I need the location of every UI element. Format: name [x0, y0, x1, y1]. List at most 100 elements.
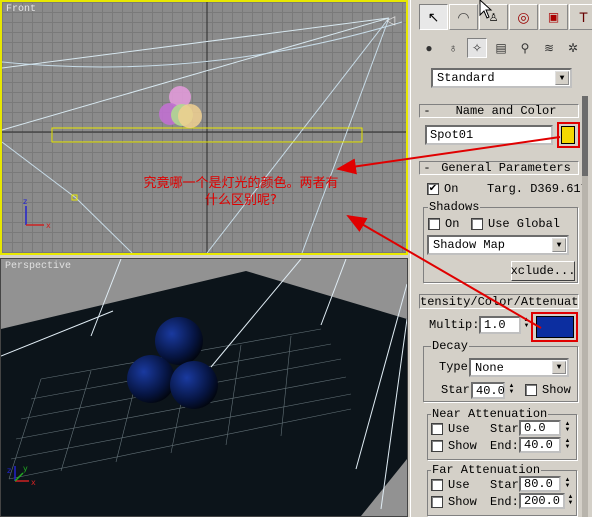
- far-use-checkbox[interactable]: [431, 479, 443, 491]
- modify-tab[interactable]: ◠: [449, 4, 478, 30]
- intensity-rollout-header[interactable]: tensity/Color/Attenuati: [419, 294, 579, 309]
- near-end-field[interactable]: 40.0: [519, 437, 561, 453]
- display-monitor-icon: ▣: [547, 10, 560, 24]
- systems-button[interactable]: ✲: [563, 38, 583, 58]
- decay-group-title: Decay: [431, 339, 470, 353]
- far-end-field[interactable]: 200.0: [519, 493, 565, 509]
- near-end-spinner[interactable]: ▲ ▼: [563, 438, 572, 450]
- near-use-checkbox[interactable]: [431, 423, 443, 435]
- spinner-down-icon: ▼: [508, 389, 515, 395]
- far-end-value: 200.0: [524, 494, 561, 508]
- shapes-button[interactable]: ♁: [443, 38, 463, 58]
- svg-text:z: z: [7, 466, 11, 475]
- sphere-object: [127, 355, 175, 403]
- decay-start-value: 40.0: [476, 383, 505, 398]
- use-global-label: Use Global: [488, 217, 561, 231]
- modify-bend-icon: ◠: [457, 8, 470, 25]
- rollout-toggle-sign: -: [423, 104, 431, 118]
- perspective-viewport[interactable]: z x y Perspective: [0, 258, 408, 517]
- shadow-type-dropdown[interactable]: Shadow Map ▼: [427, 235, 569, 255]
- exclude-button-label: xclude...: [510, 264, 576, 278]
- shadows-on-label: On: [445, 217, 460, 231]
- far-start-label: Star: [490, 478, 519, 492]
- rollout-toggle-sign: -: [423, 161, 431, 175]
- decay-type-value: None: [475, 360, 504, 375]
- panel-tabs: ↖ ◠ ♙ ◎ ▣ T: [419, 4, 592, 32]
- decay-type-label: Type: [439, 360, 468, 374]
- space-warps-icon: ≋: [543, 41, 555, 55]
- panel-scrollbar-thumb[interactable]: [582, 96, 588, 176]
- lights-icon: ✧: [471, 41, 483, 55]
- near-start-value: 0.0: [524, 421, 546, 435]
- dropdown-arrow-icon: ▼: [552, 361, 566, 374]
- far-end-spinner[interactable]: ▲ ▼: [566, 494, 575, 506]
- far-show-checkbox[interactable]: [431, 496, 443, 508]
- target-distance-label: Targ. D369.617: [487, 182, 588, 196]
- perspective-viewport-label[interactable]: Perspective: [5, 261, 71, 272]
- annotation-text: 究竟哪一个是灯光的颜色。两者有 什么区别呢?: [106, 175, 376, 209]
- camera-icon: ▤: [495, 41, 507, 55]
- sphere-object: [178, 104, 202, 128]
- panel-scrollbar[interactable]: [582, 96, 588, 517]
- general-params-rollout-header[interactable]: - General Parameters: [419, 161, 579, 175]
- annotation-line-1: 究竟哪一个是灯光的颜色。两者有: [143, 176, 339, 191]
- near-attenuation-title: Near Attenuation: [431, 407, 549, 421]
- multiplier-label: Multip:: [429, 318, 480, 332]
- far-start-field[interactable]: 80.0: [519, 476, 561, 492]
- far-start-spinner[interactable]: ▲ ▼: [563, 477, 572, 489]
- decay-start-label: Star: [441, 383, 470, 397]
- multiplier-value: 1.0: [484, 318, 506, 332]
- mouse-cursor-icon: [479, 0, 493, 19]
- dropdown-arrow-icon: ▼: [555, 71, 569, 85]
- geometry-button[interactable]: ●: [419, 38, 439, 58]
- intensity-title: tensity/Color/Attenuati: [420, 294, 579, 309]
- spinner-down-icon: ▼: [564, 427, 571, 433]
- sphere-object: [170, 361, 218, 409]
- create-category-row: ● ♁ ✧ ▤ ⚲ ≋ ✲: [419, 38, 583, 58]
- display-tab[interactable]: ▣: [539, 4, 568, 30]
- name-color-rollout-header[interactable]: - Name and Color: [419, 104, 579, 118]
- decay-show-label: Show: [542, 383, 571, 397]
- create-tab[interactable]: ↖: [419, 4, 448, 30]
- front-viewport-scene: ◁ z x: [2, 2, 406, 253]
- spinner-down-icon: ▼: [564, 483, 571, 489]
- use-global-checkbox[interactable]: [471, 218, 483, 230]
- light-color-highlight: [531, 312, 578, 342]
- shadows-on-checkbox[interactable]: [428, 218, 440, 230]
- near-use-label: Use: [448, 422, 470, 436]
- near-show-label: Show: [448, 439, 477, 453]
- front-viewport[interactable]: Front ◁ z x: [0, 0, 408, 255]
- object-color-highlight: [557, 122, 580, 148]
- far-attenuation-title: Far Attenuation: [431, 463, 542, 477]
- helpers-button[interactable]: ⚲: [515, 38, 535, 58]
- space-warps-button[interactable]: ≋: [539, 38, 559, 58]
- cameras-button[interactable]: ▤: [491, 38, 511, 58]
- near-show-checkbox[interactable]: [431, 440, 443, 452]
- motion-tab[interactable]: ◎: [509, 4, 538, 30]
- decay-show-checkbox[interactable]: [525, 384, 537, 396]
- lights-button[interactable]: ✧: [467, 38, 487, 58]
- object-name-field[interactable]: Spot01: [425, 125, 553, 145]
- general-params-title: General Parameters: [441, 161, 571, 175]
- decay-type-dropdown[interactable]: None ▼: [469, 358, 569, 377]
- light-on-checkbox[interactable]: ✔: [427, 183, 439, 195]
- exclude-button[interactable]: xclude...: [511, 261, 575, 281]
- near-end-label: End:: [490, 439, 519, 453]
- far-show-label: Show: [448, 495, 477, 509]
- svg-text:z: z: [23, 197, 27, 206]
- near-start-field[interactable]: 0.0: [519, 420, 561, 436]
- multiplier-field[interactable]: 1.0: [479, 316, 521, 334]
- helpers-icon: ⚲: [520, 41, 530, 55]
- utilities-hammer-icon: T: [579, 9, 588, 25]
- max-window: Front ◁ z x z x y Perspective 究竟哪一个是灯光的颜…: [0, 0, 592, 517]
- dropdown-arrow-icon: ▼: [552, 238, 566, 252]
- far-start-value: 80.0: [524, 477, 553, 491]
- shadow-type-value: Shadow Map: [433, 238, 506, 252]
- geometry-sphere-icon: ●: [425, 41, 433, 55]
- near-start-spinner[interactable]: ▲ ▼: [563, 421, 572, 433]
- multiplier-spinner[interactable]: ▲ ▼: [522, 317, 531, 329]
- decay-start-field[interactable]: 40.0: [471, 382, 505, 399]
- decay-start-spinner[interactable]: ▲ ▼: [507, 383, 516, 395]
- category-dropdown[interactable]: Standard ▼: [431, 68, 572, 88]
- utilities-tab[interactable]: T: [569, 4, 592, 30]
